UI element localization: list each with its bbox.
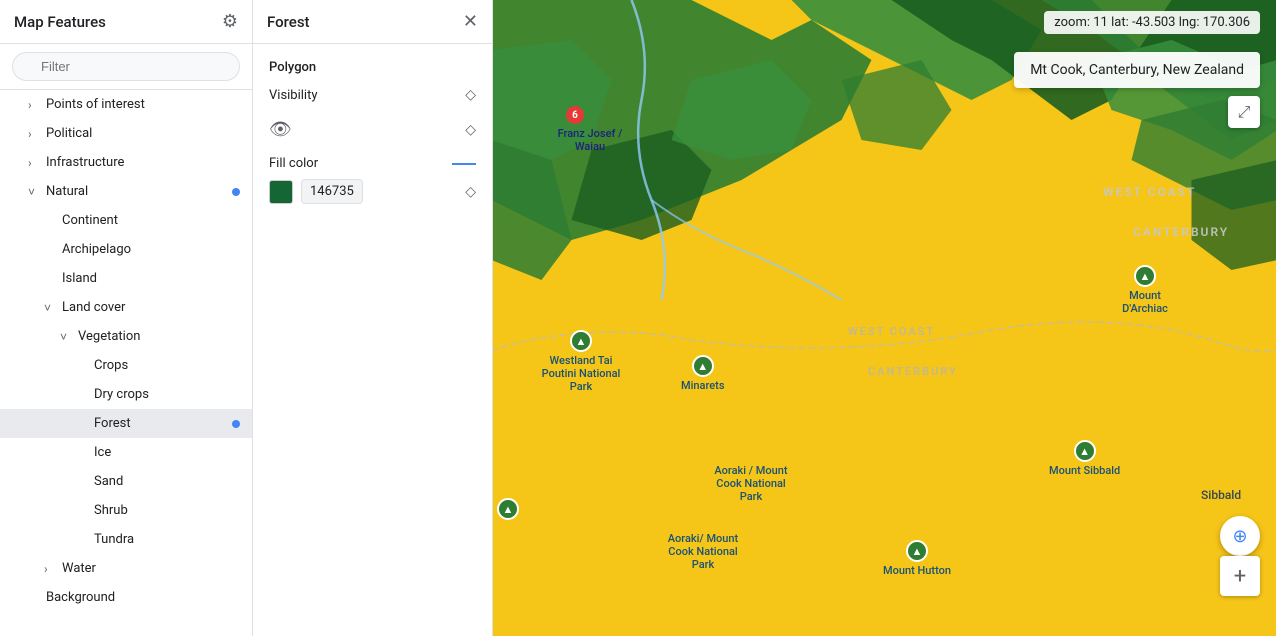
sidebar-header: Map Features ⚙ xyxy=(0,0,252,44)
active-dot xyxy=(232,188,240,196)
chevron-icon: › xyxy=(28,98,40,112)
park-badge-darchiac: ▲ xyxy=(1134,265,1156,287)
sidebar-item-shrub[interactable]: Shrub xyxy=(0,496,252,525)
feature-panel: Forest ✕ Polygon Visibility ◇ 👁 ◇ Fill c… xyxy=(253,0,493,636)
visibility-label: Visibility xyxy=(269,88,318,103)
park-badge-westland: ▲ xyxy=(570,330,592,352)
park-name-sibbald: Mount Sibbald xyxy=(1049,464,1120,477)
park-badge-sibbald: ▲ xyxy=(1074,440,1096,462)
color-swatch[interactable] xyxy=(269,180,293,204)
sidebar-item-natural[interactable]: ˅ Natural xyxy=(0,177,252,206)
gear-icon[interactable]: ⚙ xyxy=(222,11,238,32)
aoraki-marker-3: ▲ xyxy=(497,498,519,520)
sidebar-item-label: Ice xyxy=(94,445,111,460)
park-badge-aoraki-3: ▲ xyxy=(497,498,519,520)
sidebar-item-forest[interactable]: Forest xyxy=(0,409,252,438)
filter-wrap: ≡ xyxy=(0,44,252,90)
park-name-westland: Westland Tai Poutini National Park xyxy=(541,354,621,394)
sidebar-item-label: Points of interest xyxy=(46,97,145,112)
panel-body: Polygon Visibility ◇ 👁 ◇ Fill color 1467… xyxy=(253,44,492,236)
chevron-icon: › xyxy=(28,156,40,170)
chevron-icon: › xyxy=(28,127,40,141)
close-icon[interactable]: ✕ xyxy=(463,11,478,32)
park-name-aoraki-2: Aoraki/ Mount Cook National Park xyxy=(663,532,743,572)
filter-input[interactable] xyxy=(12,52,240,81)
sidebar-item-dry-crops[interactable]: Dry crops xyxy=(0,380,252,409)
sidebar-item-label: Natural xyxy=(46,184,88,199)
active-dot xyxy=(232,420,240,428)
sidebar-item-label: Water xyxy=(62,561,96,576)
sidebar-item-water[interactable]: › Water xyxy=(0,554,252,583)
locate-button[interactable]: ⊕ xyxy=(1220,516,1260,556)
sidebar-title: Map Features xyxy=(14,13,106,31)
westland-park-marker: ▲ Westland Tai Poutini National Park xyxy=(541,330,621,394)
sidebar-item-label: Political xyxy=(46,126,92,141)
fill-color-row: Fill color xyxy=(269,156,476,171)
eye-diamond-icon[interactable]: ◇ xyxy=(465,122,476,138)
park-name-minarets: Minarets xyxy=(681,379,724,392)
sidebar-item-land-cover[interactable]: ˅ Land cover xyxy=(0,293,252,322)
visibility-icon-row: 👁 ◇ xyxy=(269,119,476,140)
fullscreen-button[interactable]: ⤢ xyxy=(1228,96,1260,128)
mount-darchiac-marker: ▲ Mount D'Archiac xyxy=(1105,265,1185,315)
sidebar-item-label: Archipelago xyxy=(62,242,131,257)
sidebar: Map Features ⚙ ≡ › Points of interest › Pol… xyxy=(0,0,253,636)
sidebar-item-crops[interactable]: Crops xyxy=(0,351,252,380)
sidebar-item-label: Forest xyxy=(94,416,131,431)
sidebar-item-background[interactable]: Background xyxy=(0,583,252,612)
chevron-icon: ˅ xyxy=(28,185,40,199)
sidebar-item-ice[interactable]: Ice xyxy=(0,438,252,467)
sidebar-item-label: Shrub xyxy=(94,503,128,518)
sidebar-item-label: Tundra xyxy=(94,532,134,547)
sidebar-item-label: Continent xyxy=(62,213,118,228)
sidebar-item-label: Vegetation xyxy=(78,329,140,344)
chevron-icon: ˅ xyxy=(60,330,72,344)
sidebar-item-label: Infrastructure xyxy=(46,155,124,170)
sidebar-item-label: Sand xyxy=(94,474,123,489)
sidebar-tree: › Points of interest › Political › Infrastruc… xyxy=(0,90,252,636)
park-badge-hutton: ▲ xyxy=(906,540,928,562)
sidebar-item-political[interactable]: › Political xyxy=(0,119,252,148)
visibility-row: Visibility ◇ xyxy=(269,87,476,103)
sibbald-label: Sibbald xyxy=(1201,488,1241,503)
sidebar-item-island[interactable]: Island xyxy=(0,264,252,293)
sidebar-item-tundra[interactable]: Tundra xyxy=(0,525,252,554)
mount-sibbald-marker: ▲ Mount Sibbald xyxy=(1049,440,1120,477)
park-name-aoraki-1: Aoraki / Mount Cook National Park xyxy=(711,464,791,504)
color-diamond-icon[interactable]: ◇ xyxy=(465,184,476,200)
aoraki-marker-1: Aoraki / Mount Cook National Park xyxy=(711,462,791,504)
chevron-icon: ˅ xyxy=(44,301,56,315)
sidebar-item-sand[interactable]: Sand xyxy=(0,467,252,496)
panel-header: Forest ✕ xyxy=(253,0,492,44)
sidebar-item-infrastructure[interactable]: › Infrastructure xyxy=(0,148,252,177)
minarets-marker: ▲ Minarets xyxy=(681,355,724,392)
polygon-section-title: Polygon xyxy=(269,60,476,75)
zoom-in-button[interactable]: + xyxy=(1220,556,1260,596)
park-name-darchiac: Mount D'Archiac xyxy=(1105,289,1185,315)
sidebar-item-label: Crops xyxy=(94,358,128,373)
sidebar-item-label: Island xyxy=(62,271,97,286)
visibility-diamond-icon[interactable]: ◇ xyxy=(465,87,476,103)
sidebar-item-label: Land cover xyxy=(62,300,125,315)
mount-hutton-marker: ▲ Mount Hutton xyxy=(883,540,951,577)
park-name-hutton: Mount Hutton xyxy=(883,564,951,577)
park-badge-minarets: ▲ xyxy=(692,355,714,377)
eye-icon[interactable]: 👁 xyxy=(269,119,292,140)
chevron-icon: › xyxy=(44,562,56,576)
fill-color-label: Fill color xyxy=(269,156,318,171)
sidebar-item-vegetation[interactable]: ˅ Vegetation xyxy=(0,322,252,351)
map-container[interactable]: zoom: 11 lat: -43.503 lng: 170.306 xyxy=(493,0,1276,636)
aoraki-marker-2: Aoraki/ Mount Cook National Park xyxy=(663,530,743,572)
sidebar-item-archipelago[interactable]: Archipelago xyxy=(0,235,252,264)
sidebar-item-points-of-interest[interactable]: › Points of interest xyxy=(0,90,252,119)
minus-line xyxy=(452,163,476,165)
color-swatch-row: 146735 ◇ xyxy=(269,179,476,204)
sidebar-item-continent[interactable]: Continent xyxy=(0,206,252,235)
color-hex-value[interactable]: 146735 xyxy=(301,179,363,204)
sidebar-item-label: Background xyxy=(46,590,115,605)
panel-title: Forest xyxy=(267,13,310,31)
location-badge: Mt Cook, Canterbury, New Zealand xyxy=(1014,52,1260,88)
sidebar-item-label: Dry crops xyxy=(94,387,149,402)
